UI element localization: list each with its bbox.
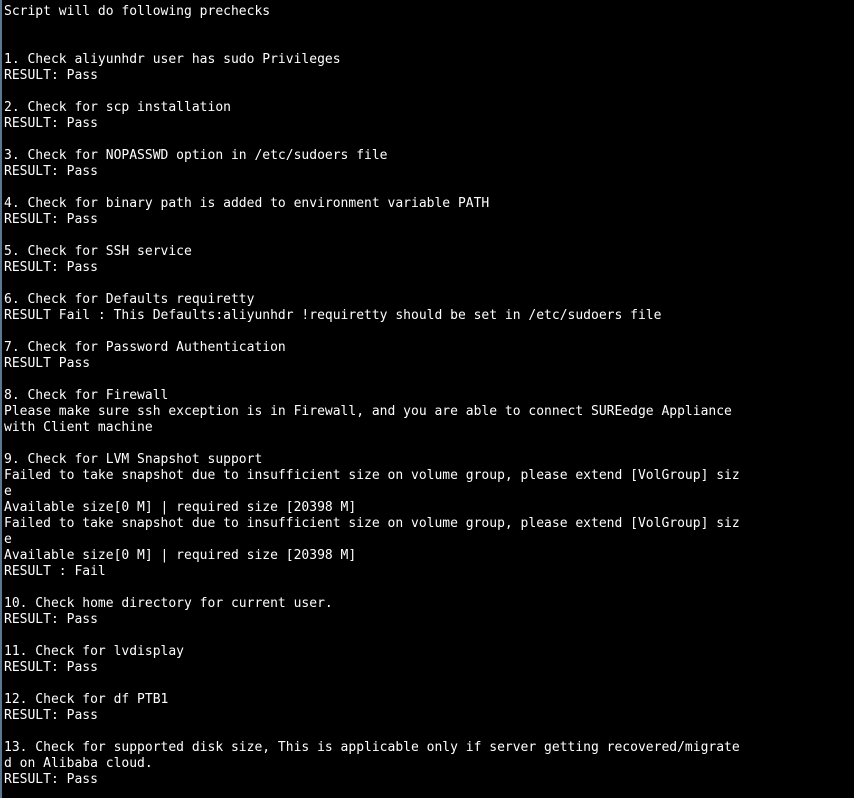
terminal-line: RESULT : Fail [4, 564, 106, 579]
terminal-line: RESULT: Pass [4, 772, 98, 787]
terminal-line: 7. Check for Password Authentication [4, 340, 286, 355]
terminal-window[interactable]: Script will do following prechecks 1. Ch… [0, 0, 854, 798]
terminal-line: e [4, 532, 12, 547]
terminal-line: Script will do following prechecks [4, 4, 271, 19]
terminal-line: Available size[0 M] | required size [203… [4, 548, 357, 563]
terminal-line: 4. Check for binary path is added to env… [4, 196, 490, 211]
terminal-line: Failed to take snapshot due to insuffici… [4, 516, 740, 531]
terminal-line: with Client machine [4, 420, 153, 435]
terminal-line: RESULT Fail : This Defaults:aliyunhdr !r… [4, 308, 662, 323]
terminal-line: 5. Check for SSH service [4, 244, 192, 259]
terminal-line: RESULT: Pass [4, 660, 98, 675]
terminal-line: e [4, 484, 12, 499]
window-left-border [0, 0, 2, 798]
terminal-line: RESULT Pass [4, 356, 91, 371]
terminal-line: 10. Check home directory for current use… [4, 596, 333, 611]
terminal-line: 6. Check for Defaults requiretty [4, 292, 255, 307]
terminal-line: RESULT: Pass [4, 212, 98, 227]
terminal-line: 11. Check for lvdisplay [4, 644, 185, 659]
terminal-line: d on Alibaba cloud. [4, 756, 153, 771]
terminal-line: RESULT: Pass [4, 708, 98, 723]
terminal-line: RESULT: Pass [4, 260, 98, 275]
terminal-line: RESULT: Pass [4, 164, 98, 179]
terminal-line: 8. Check for Firewall [4, 388, 169, 403]
terminal-line: 1. Check aliyunhdr user has sudo Privile… [4, 52, 341, 67]
terminal-line: RESULT: Pass [4, 116, 98, 131]
terminal-line: 3. Check for NOPASSWD option in /etc/sud… [4, 148, 388, 163]
terminal-line: 2. Check for scp installation [4, 100, 231, 115]
terminal-line: 9. Check for LVM Snapshot support [4, 452, 263, 467]
terminal-line: Failed to take snapshot due to insuffici… [4, 468, 740, 483]
terminal-line: RESULT: Pass [4, 68, 98, 83]
terminal-line: 13. Check for supported disk size, This … [4, 740, 740, 755]
terminal-line: 12. Check for df PTB1 [4, 692, 169, 707]
terminal-line: Please make sure ssh exception is in Fir… [4, 404, 732, 419]
terminal-line: RESULT: Pass [4, 612, 98, 627]
terminal-output-text: Script will do following prechecks 1. Ch… [4, 4, 850, 788]
terminal-line: Available size[0 M] | required size [203… [4, 500, 357, 515]
